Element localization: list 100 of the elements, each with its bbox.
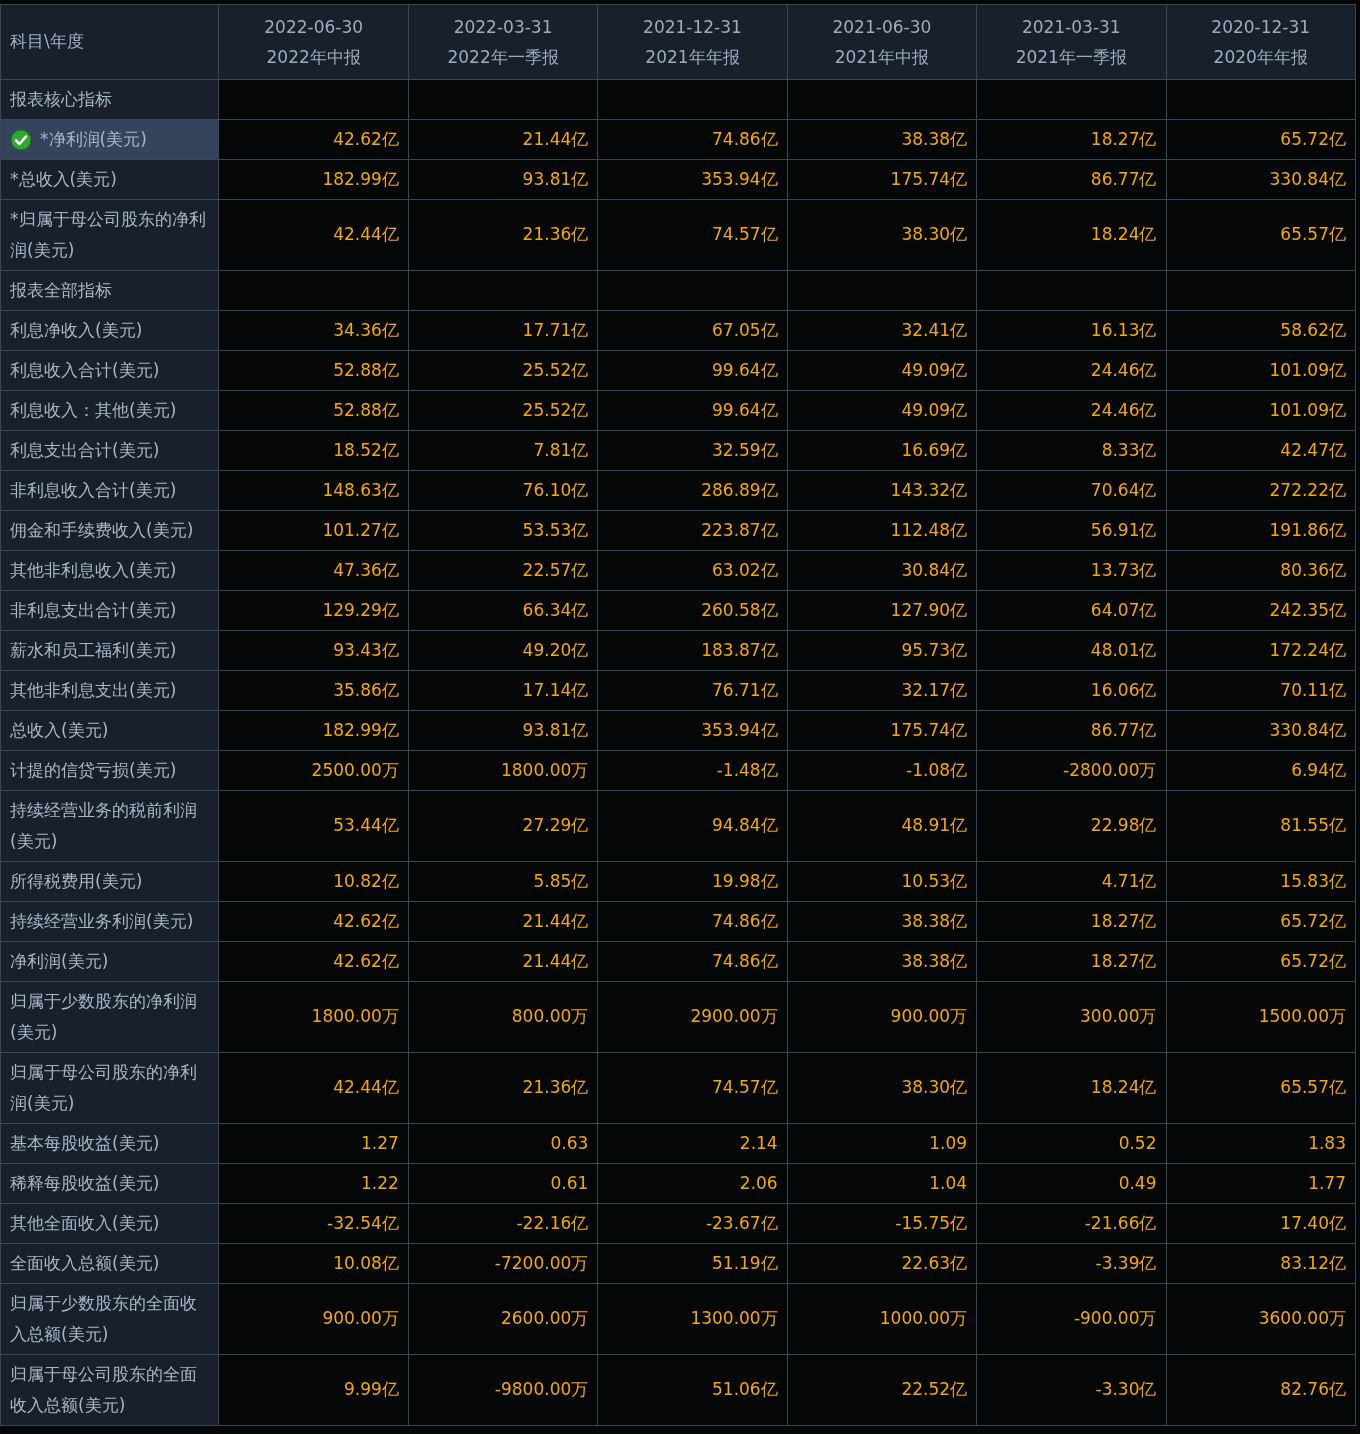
row-label[interactable]: *归属于母公司股东的净利润(美元) (0, 199, 219, 271)
value-cell: 49.20亿 (408, 630, 598, 671)
value-cell: 10.53亿 (787, 861, 977, 902)
value-cell: 182.99亿 (218, 710, 409, 751)
value-cell: 9.99亿 (218, 1354, 409, 1426)
value-cell: 1.77 (1166, 1163, 1356, 1204)
value-cell: 101.09亿 (1166, 390, 1356, 431)
value-cell: 800.00万 (408, 981, 598, 1053)
value-cell: 86.77亿 (976, 710, 1166, 751)
value-cell: 76.10亿 (408, 470, 598, 511)
row-label[interactable]: 所得税费用(美元) (0, 861, 219, 902)
value-cell: 42.62亿 (218, 901, 409, 942)
value-cell: 99.64亿 (597, 390, 788, 431)
value-cell: 2500.00万 (218, 750, 409, 791)
value-cell: 81.55亿 (1166, 790, 1356, 862)
value-cell: -15.75亿 (787, 1203, 977, 1244)
value-cell: 66.34亿 (408, 590, 598, 631)
period-date: 2022-06-30 (263, 16, 365, 39)
value-cell: 1800.00万 (408, 750, 598, 791)
value-cell: 21.36亿 (408, 1052, 598, 1124)
row-label[interactable]: 持续经营业务的税前利润(美元) (0, 790, 219, 862)
value-cell: 24.46亿 (976, 350, 1166, 391)
value-cell: 143.32亿 (787, 470, 977, 511)
value-cell: 42.62亿 (218, 941, 409, 982)
value-cell: 18.27亿 (976, 941, 1166, 982)
value-cell: 38.38亿 (787, 941, 977, 982)
value-cell: 1800.00万 (218, 981, 409, 1053)
value-cell: 18.27亿 (976, 119, 1166, 160)
report-name: 2021年中报 (833, 46, 930, 69)
value-cell: 21.44亿 (408, 941, 598, 982)
value-cell: -32.54亿 (218, 1203, 409, 1244)
value-cell: 86.77亿 (976, 159, 1166, 200)
row-label[interactable]: 报表全部指标 (0, 270, 219, 311)
period-date: 2021-03-31 (1020, 16, 1122, 39)
row-label[interactable]: 其他非利息支出(美元) (0, 670, 219, 711)
value-cell: 42.62亿 (218, 119, 409, 160)
value-cell: 18.24亿 (976, 199, 1166, 271)
value-cell: 330.84亿 (1166, 159, 1356, 200)
row-label[interactable]: 归属于母公司股东的净利润(美元) (0, 1052, 219, 1124)
row-label[interactable]: 利息支出合计(美元) (0, 430, 219, 471)
row-label[interactable]: 利息净收入(美元) (0, 310, 219, 351)
value-cell: 56.91亿 (976, 510, 1166, 551)
value-cell: 17.71亿 (408, 310, 598, 351)
row-label[interactable]: 归属于母公司股东的全面收入总额(美元) (0, 1354, 219, 1426)
value-cell: 94.84亿 (597, 790, 788, 862)
value-cell: 34.36亿 (218, 310, 409, 351)
row-label[interactable]: 其他非利息收入(美元) (0, 550, 219, 591)
value-cell: 35.86亿 (218, 670, 409, 711)
row-label[interactable]: 非利息收入合计(美元) (0, 470, 219, 511)
value-cell: 5.85亿 (408, 861, 598, 902)
row-label[interactable]: 持续经营业务利润(美元) (0, 901, 219, 942)
row-label[interactable]: 非利息支出合计(美元) (0, 590, 219, 631)
row-label[interactable]: 计提的信贷亏损(美元) (0, 750, 219, 791)
value-cell: 183.87亿 (597, 630, 788, 671)
row-label[interactable]: 薪水和员工福利(美元) (0, 630, 219, 671)
row-label[interactable]: 稀释每股收益(美元) (0, 1163, 219, 1204)
row-label[interactable]: 利息收入合计(美元) (0, 350, 219, 391)
period-date: 2022-03-31 (452, 16, 554, 39)
value-cell: 70.11亿 (1166, 670, 1356, 711)
row-label[interactable]: 利息收入：其他(美元) (0, 390, 219, 431)
value-cell: 127.90亿 (787, 590, 977, 631)
row-label[interactable]: 基本每股收益(美元) (0, 1123, 219, 1164)
value-cell: 2.06 (597, 1163, 788, 1204)
value-cell: 74.86亿 (597, 941, 788, 982)
value-cell: 52.88亿 (218, 350, 409, 391)
value-cell: 286.89亿 (597, 470, 788, 511)
row-label[interactable]: 全面收入总额(美元) (0, 1243, 219, 1284)
value-cell: 18.24亿 (976, 1052, 1166, 1124)
value-cell: 30.84亿 (787, 550, 977, 591)
value-cell: 101.09亿 (1166, 350, 1356, 391)
row-label[interactable]: 归属于少数股东的净利润(美元) (0, 981, 219, 1053)
row-label[interactable]: 归属于少数股东的全面收入总额(美元) (0, 1283, 219, 1355)
value-cell: 16.06亿 (976, 670, 1166, 711)
value-cell: 21.44亿 (408, 119, 598, 160)
row-label[interactable]: 其他全面收入(美元) (0, 1203, 219, 1244)
row-label[interactable]: 报表核心指标 (0, 79, 219, 120)
period-date: 2021-06-30 (831, 16, 933, 39)
value-cell: 2.14 (597, 1123, 788, 1164)
value-cell: 21.36亿 (408, 199, 598, 271)
value-cell: 272.22亿 (1166, 470, 1356, 511)
value-cell: 900.00万 (787, 981, 977, 1053)
value-cell: -2800.00万 (976, 750, 1166, 791)
value-cell: 48.91亿 (787, 790, 977, 862)
row-label[interactable]: 净利润(美元) (0, 941, 219, 982)
value-cell: 0.52 (976, 1123, 1166, 1164)
value-cell: 172.24亿 (1166, 630, 1356, 671)
value-cell: 148.63亿 (218, 470, 409, 511)
row-label[interactable]: 佣金和手续费收入(美元) (0, 510, 219, 551)
value-cell: 25.52亿 (408, 390, 598, 431)
row-label[interactable]: *总收入(美元) (0, 159, 219, 200)
report-name: 2021年一季报 (1014, 46, 1128, 69)
value-cell: 1.27 (218, 1123, 409, 1164)
value-cell: 0.61 (408, 1163, 598, 1204)
value-cell: 16.13亿 (976, 310, 1166, 351)
value-cell: 24.46亿 (976, 390, 1166, 431)
value-cell: 353.94亿 (597, 159, 788, 200)
row-label[interactable]: *净利润(美元) (0, 119, 219, 160)
row-label[interactable]: 总收入(美元) (0, 710, 219, 751)
value-cell: 2600.00万 (408, 1283, 598, 1355)
value-cell: -7200.00万 (408, 1243, 598, 1284)
